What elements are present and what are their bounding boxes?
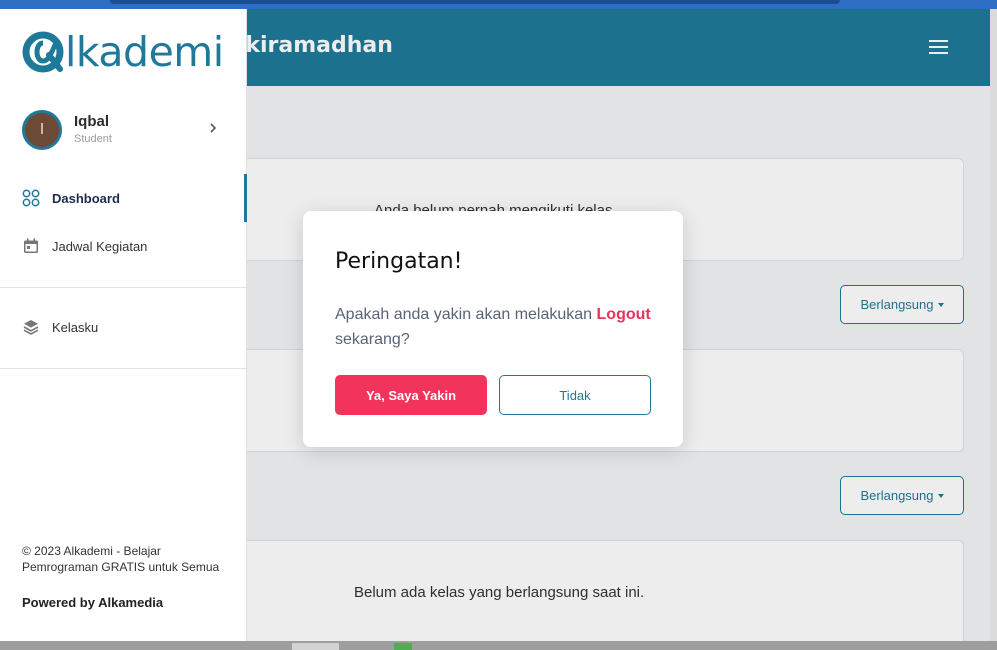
sidebar-divider <box>0 287 247 288</box>
browser-bar <box>0 0 997 9</box>
chevron-right-icon[interactable] <box>208 121 218 135</box>
footer-copyright: © 2023 Alkademi - Belajar Pemrograman GR… <box>22 544 220 574</box>
user-name: Iqbal <box>74 113 110 130</box>
modal-message-text-end: sekarang? <box>335 331 410 348</box>
modal-message-highlight: Logout <box>596 306 651 323</box>
taskbar-app-active[interactable] <box>394 643 412 650</box>
user-profile[interactable]: I Iqbal Student <box>22 110 227 150</box>
active-indicator <box>244 174 247 222</box>
sidebar-item-jadwal-kegiatan[interactable]: Jadwal Kegiatan <box>0 224 247 268</box>
modal-message-text: Apakah anda yakin akan melakukan <box>335 306 597 323</box>
logout-confirm-modal: Peringatan! Apakah anda yakin akan melak… <box>303 211 683 447</box>
sidebar-item-label: Dashboard <box>52 190 120 206</box>
cancel-button[interactable]: Tidak <box>499 375 651 415</box>
calendar-icon <box>24 238 38 253</box>
logo-text: lkademi <box>65 28 224 76</box>
sidebar-item-kelasku[interactable]: Kelasku <box>0 305 247 349</box>
footer-powered-by: Powered by Alkamedia <box>22 595 164 610</box>
layers-icon <box>23 320 39 335</box>
dashboard-grid-icon <box>22 189 40 207</box>
alkademi-logo[interactable]: lkademi <box>22 31 224 73</box>
os-taskbar <box>0 641 997 650</box>
sidebar: lkademi I Iqbal Student Dashboard Jadwal… <box>0 9 247 641</box>
sidebar-item-dashboard[interactable]: Dashboard <box>0 174 247 222</box>
browser-address-bar <box>110 0 840 4</box>
avatar: I <box>22 110 62 150</box>
modal-title: Peringatan! <box>335 249 463 274</box>
sidebar-item-label: Kelasku <box>52 319 99 335</box>
sidebar-divider <box>0 368 247 369</box>
alkademi-logo-icon <box>22 31 64 73</box>
taskbar-app[interactable] <box>292 643 339 650</box>
modal-message: Apakah anda yakin akan melakukan Logout … <box>335 302 655 352</box>
user-role: Student <box>74 133 112 145</box>
sidebar-item-label: Jadwal Kegiatan <box>52 238 148 254</box>
confirm-logout-button[interactable]: Ya, Saya Yakin <box>335 375 487 415</box>
